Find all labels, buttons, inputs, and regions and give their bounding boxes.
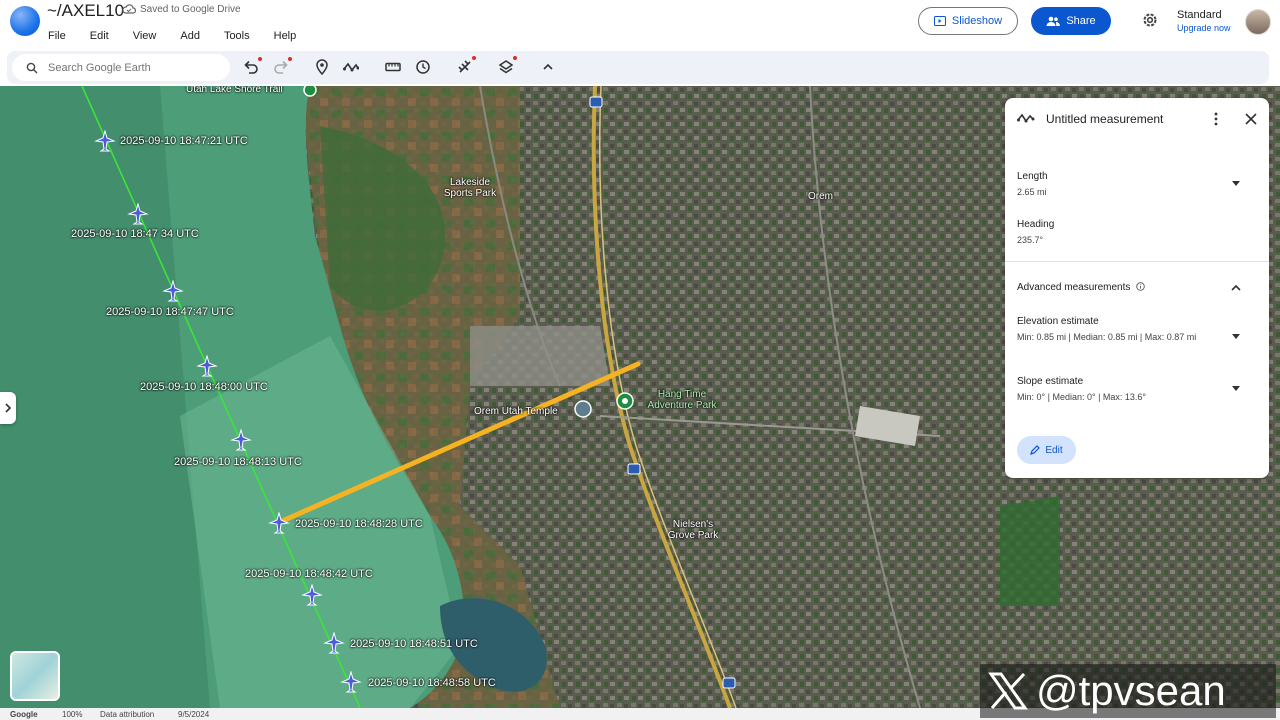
ruler-icon[interactable] <box>385 59 401 75</box>
aircraft-icon[interactable] <box>323 632 345 654</box>
chevron-down-icon[interactable] <box>1232 386 1240 392</box>
map-style-thumbnail[interactable] <box>10 651 60 701</box>
x-logo-icon <box>988 672 1028 710</box>
pencil-icon <box>1030 445 1041 455</box>
avatar[interactable] <box>1245 9 1271 35</box>
redo-icon[interactable] <box>273 59 289 75</box>
expand-panel-tab[interactable] <box>0 392 16 424</box>
slope-value: Min: 0° | Median: 0° | Max: 13.6° <box>1017 392 1147 402</box>
menu-add[interactable]: Add <box>180 30 200 42</box>
menu-help[interactable]: Help <box>274 30 297 42</box>
cloud-saved-icon <box>122 4 136 14</box>
aircraft-icon[interactable] <box>196 355 218 377</box>
menu-edit[interactable]: Edit <box>90 30 109 42</box>
toolbar <box>7 51 1269 84</box>
people-icon <box>1046 16 1061 26</box>
zoom-level: 100% <box>62 710 83 719</box>
place-label-trail: Utah Lake Shore Trail <box>186 86 283 95</box>
share-button[interactable]: Share <box>1031 7 1111 35</box>
data-attribution-link[interactable]: Data attribution <box>100 710 154 719</box>
layers-badge <box>513 56 517 60</box>
place-label-hangtime: Hang Time Adventure Park <box>647 389 717 411</box>
timestamp-label: 2025-09-10 18:48:00 UTC <box>140 381 268 393</box>
gear-icon[interactable] <box>1141 11 1159 29</box>
undo-badge <box>258 57 262 61</box>
aircraft-icon[interactable] <box>127 203 149 225</box>
satellite-icon[interactable] <box>457 59 473 75</box>
satellite-badge <box>472 56 476 60</box>
menu-view[interactable]: View <box>133 30 157 42</box>
plan-name: Standard <box>1177 9 1222 21</box>
slideshow-button[interactable]: Slideshow <box>918 7 1018 35</box>
aircraft-icon[interactable] <box>230 429 252 451</box>
aircraft-icon[interactable] <box>162 280 184 302</box>
social-watermark: @tpvsean <box>980 664 1276 718</box>
slope-label: Slope estimate <box>1017 376 1084 387</box>
place-label-nielsens: Nielsen's Grove Park <box>667 519 719 541</box>
measurement-panel: Untitled measurement Length 2.65 mi Head… <box>1005 98 1269 478</box>
info-icon[interactable] <box>1136 282 1145 291</box>
top-bar: ~/AXEL10 Saved to Google Drive File Edit… <box>0 0 1280 50</box>
share-label: Share <box>1066 15 1096 27</box>
collapse-icon[interactable] <box>540 59 556 75</box>
timestamp-label: 2025-09-10 18:47:47 UTC <box>106 306 234 318</box>
chevron-up-icon[interactable] <box>1231 284 1241 291</box>
menu-bar: File Edit View Add Tools Help <box>48 30 320 42</box>
elevation-value: Min: 0.85 mi | Median: 0.85 mi | Max: 0.… <box>1017 332 1197 342</box>
heading-label: Heading <box>1017 219 1055 230</box>
slideshow-label: Slideshow <box>951 15 1003 27</box>
aircraft-icon[interactable] <box>268 512 290 534</box>
search-icon <box>26 62 38 73</box>
upgrade-link[interactable]: Upgrade now <box>1177 23 1231 33</box>
place-label-lakeside: Lakeside Sports Park <box>443 177 497 199</box>
redo-badge <box>288 57 292 61</box>
chevron-down-icon[interactable] <box>1232 181 1240 187</box>
slideshow-icon <box>933 16 946 26</box>
timestamp-label: 2025-09-10 18:48:28 UTC <box>295 518 423 530</box>
length-label: Length <box>1017 171 1048 182</box>
elevation-label: Elevation estimate <box>1017 316 1099 327</box>
chevron-down-icon[interactable] <box>1232 334 1240 340</box>
chevron-right-icon <box>5 403 12 413</box>
timestamp-label: 2025-09-10 18:47 34 UTC <box>71 228 199 240</box>
google-earth-logo[interactable] <box>10 6 40 36</box>
aircraft-icon[interactable] <box>301 584 323 606</box>
layers-icon[interactable] <box>498 59 514 75</box>
timestamp-label: 2025-09-10 18:48:51 UTC <box>350 638 478 650</box>
footer-brand: Google <box>10 710 38 719</box>
trail-marker[interactable] <box>303 86 317 97</box>
timestamp-label: 2025-09-10 18:48:13 UTC <box>174 456 302 468</box>
menu-file[interactable]: File <box>48 30 66 42</box>
length-value: 2.65 mi <box>1017 187 1047 197</box>
edit-button[interactable]: Edit <box>1017 436 1076 464</box>
aircraft-icon[interactable] <box>94 130 116 152</box>
history-icon[interactable] <box>415 59 431 75</box>
measurement-title[interactable]: Untitled measurement <box>1046 112 1163 126</box>
menu-tools[interactable]: Tools <box>224 30 250 42</box>
timestamp-label: 2025-09-10 18:48:42 UTC <box>245 568 373 580</box>
placemark-icon[interactable] <box>314 59 330 75</box>
imagery-date: 9/5/2024 <box>178 710 210 719</box>
edit-label: Edit <box>1045 444 1063 456</box>
timestamp-label: 2025-09-10 18:48:58 UTC <box>368 677 496 689</box>
search-box <box>12 54 230 81</box>
save-status: Saved to Google Drive <box>140 4 241 15</box>
place-label-orem: Orem <box>808 191 833 202</box>
more-vert-icon[interactable] <box>1212 112 1220 126</box>
close-icon[interactable] <box>1245 113 1257 125</box>
aircraft-icon[interactable] <box>340 671 362 693</box>
timestamp-label: 2025-09-10 18:47:21 UTC <box>120 135 248 147</box>
divider <box>1005 261 1269 262</box>
undo-icon[interactable] <box>243 59 259 75</box>
path-icon <box>1017 113 1035 123</box>
place-label-temple: Orem Utah Temple <box>474 406 558 417</box>
advanced-measurements-label[interactable]: Advanced measurements <box>1017 282 1145 293</box>
heading-value: 235.7° <box>1017 235 1044 245</box>
path-icon[interactable] <box>343 59 359 75</box>
temple-marker[interactable] <box>574 400 592 418</box>
watermark-handle: @tpvsean <box>1036 667 1226 714</box>
search-input[interactable] <box>46 60 230 75</box>
project-title[interactable]: ~/AXEL10 <box>47 1 124 21</box>
